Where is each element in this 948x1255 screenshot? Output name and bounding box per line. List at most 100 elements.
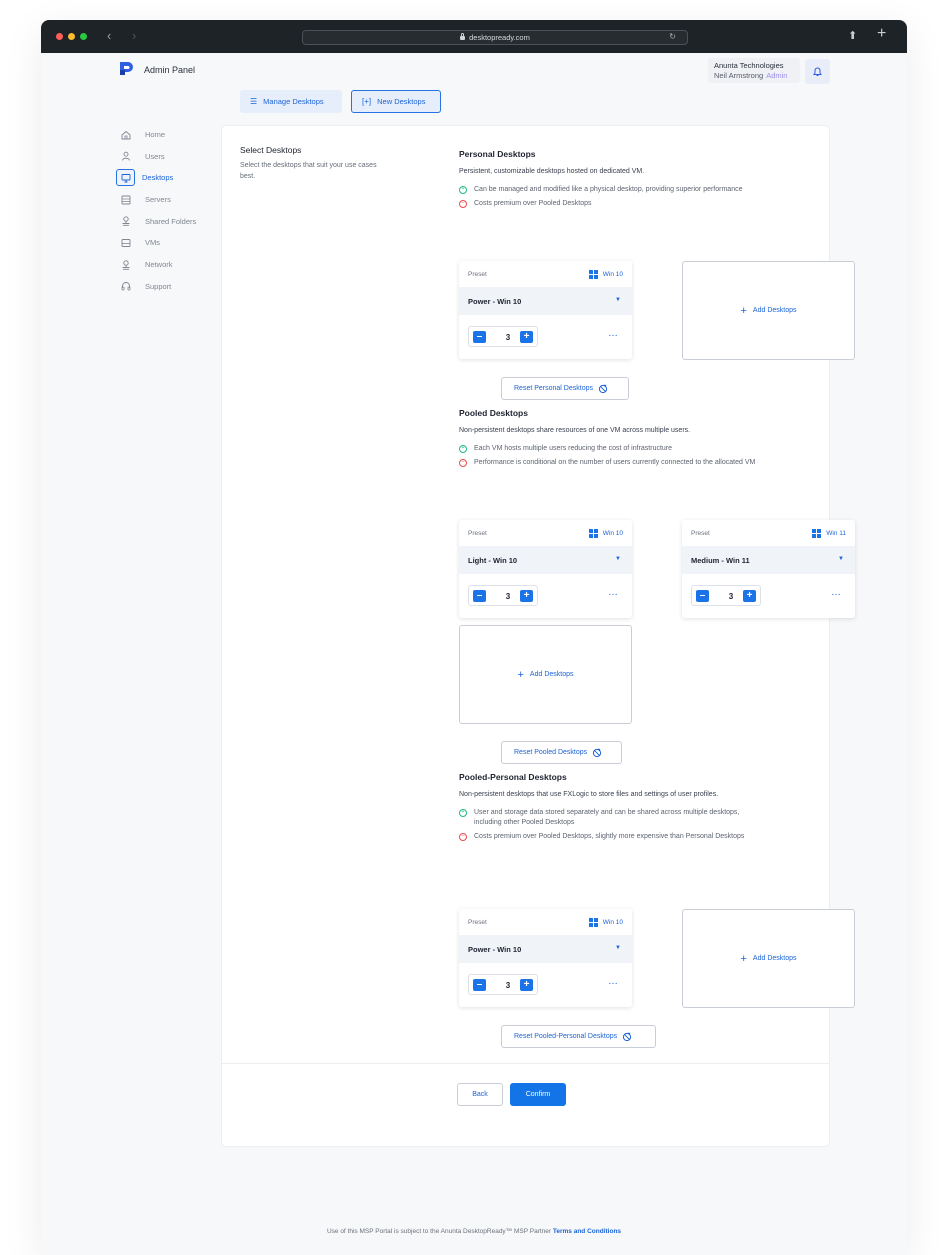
- confirm-button[interactable]: Confirm: [510, 1083, 566, 1106]
- con-point: – Costs premium over Pooled Desktops, sli…: [459, 832, 759, 842]
- sidebar-item-label: Support: [145, 281, 172, 291]
- windows-11-icon: [812, 529, 822, 538]
- preset-select[interactable]: Light - Win 10 ▼: [459, 546, 632, 574]
- minus-circle-icon: –: [459, 199, 467, 208]
- close-window-button[interactable]: [56, 33, 63, 40]
- sidebar-item-label: Network: [145, 260, 173, 270]
- desktop-config-card: Preset Win 10 Light - Win 10 ▼ – 3 + …: [459, 520, 632, 618]
- os-badge: Win 10: [588, 528, 623, 539]
- user-icon: [119, 150, 132, 163]
- tab-manage-label: Manage Desktops: [263, 97, 324, 106]
- reset-personal-button[interactable]: Reset Personal Desktops: [501, 377, 629, 400]
- preset-select[interactable]: Power - Win 10 ▼: [459, 287, 632, 315]
- url-text: desktopready.com: [469, 33, 530, 42]
- pooled-desktops-desc: Non-persistent desktops share resources …: [459, 427, 691, 434]
- personal-desktops-title: Personal Desktops: [459, 149, 536, 159]
- increment-button[interactable]: +: [743, 590, 756, 602]
- pooled-personal-desktops-title: Pooled-Personal Desktops: [459, 772, 567, 782]
- quantity-stepper: – 3 +: [468, 974, 538, 995]
- preset-value: Medium - Win 11: [691, 556, 750, 565]
- add-frame-icon: [+]: [362, 97, 372, 106]
- quantity-stepper: – 3 +: [468, 585, 538, 606]
- shared-folder-icon: [119, 215, 132, 228]
- minus-circle-icon: –: [459, 832, 467, 841]
- browser-window: ‹ › desktopready.com ↻ ⬆ + Admin Panel A…: [41, 20, 907, 1255]
- zoom-window-button[interactable]: [80, 33, 87, 40]
- minimize-window-button[interactable]: [68, 33, 75, 40]
- preset-value: Power - Win 10: [468, 945, 522, 954]
- os-badge: Win 10: [588, 917, 623, 928]
- sidebar-item-home[interactable]: Home: [116, 125, 216, 144]
- reset-icon: [623, 1031, 632, 1041]
- notifications-button[interactable]: [805, 59, 830, 84]
- plus-icon: +: [517, 668, 524, 681]
- section-description: Select the desktops that suit your use c…: [240, 162, 377, 180]
- add-desktops-button[interactable]: + Add Desktops: [682, 909, 855, 1008]
- app-logo-icon: [120, 62, 133, 75]
- preset-label: Preset: [468, 919, 487, 926]
- more-options-icon[interactable]: …: [608, 977, 618, 987]
- sidebar-item-vms[interactable]: VMs: [116, 233, 216, 252]
- footer-note: Use of this MSP Portal is subject to the…: [326, 1228, 622, 1235]
- vm-icon: [119, 236, 132, 249]
- sidebar-item-label: Users: [145, 151, 165, 161]
- back-button[interactable]: Back: [457, 1083, 503, 1106]
- sidebar-item-label: Desktops: [142, 173, 174, 183]
- add-desktops-button[interactable]: + Add Desktops: [459, 625, 632, 724]
- pooled-personal-desktops-desc: Non-persistent desktops that use FXLogic…: [459, 791, 719, 798]
- sidebar-item-desktops[interactable]: Desktops: [116, 168, 216, 187]
- headset-icon: [119, 280, 132, 293]
- monitor-icon: [116, 169, 135, 187]
- sidebar-item-label: VMs: [145, 238, 160, 248]
- address-bar[interactable]: desktopready.com ↻: [302, 30, 688, 45]
- preset-label: Preset: [468, 271, 487, 278]
- more-options-icon[interactable]: …: [831, 588, 841, 598]
- more-options-icon[interactable]: …: [608, 588, 618, 598]
- reset-pooled-button[interactable]: Reset Pooled Desktops: [501, 741, 622, 764]
- pooled-personal-desktops-group: Pooled-Personal Desktops Non-persistent …: [459, 772, 819, 842]
- minus-circle-icon: –: [459, 458, 467, 467]
- browser-titlebar: ‹ › desktopready.com ↻ ⬆ +: [41, 20, 907, 53]
- increment-button[interactable]: +: [520, 331, 533, 343]
- reset-pooled-personal-button[interactable]: Reset Pooled-Personal Desktops: [501, 1025, 656, 1048]
- preset-select[interactable]: Power - Win 10 ▼: [459, 935, 632, 963]
- account-badge[interactable]: Anunta Technologies Neil Armstrong Admin: [708, 58, 800, 83]
- new-tab-icon[interactable]: +: [877, 26, 886, 42]
- reload-icon[interactable]: ↻: [669, 32, 676, 41]
- more-options-icon[interactable]: …: [608, 329, 618, 339]
- pooled-desktops-title: Pooled Desktops: [459, 408, 528, 418]
- sidebar-item-servers[interactable]: Servers: [116, 190, 216, 209]
- share-icon[interactable]: ⬆: [848, 29, 857, 42]
- sidebar-nav: Home Users Desktops Servers Shared Folde…: [116, 125, 216, 299]
- sidebar-item-network[interactable]: Network: [116, 255, 216, 274]
- preset-value: Power - Win 10: [468, 297, 522, 306]
- list-icon: ☰: [250, 97, 258, 106]
- reset-icon: [598, 383, 608, 393]
- personal-desktops-group: Personal Desktops Persistent, customizab…: [459, 149, 819, 209]
- tab-manage-desktops[interactable]: ☰ Manage Desktops: [240, 90, 342, 113]
- sidebar-item-support[interactable]: Support: [116, 277, 216, 296]
- tab-new-desktops[interactable]: [+] New Desktops: [351, 90, 441, 113]
- sidebar-item-label: Shared Folders: [145, 216, 197, 226]
- sidebar-item-shared-folders[interactable]: Shared Folders: [116, 212, 216, 231]
- browser-forward-icon[interactable]: ›: [132, 29, 136, 43]
- terms-link[interactable]: Terms and Conditions: [553, 1228, 621, 1235]
- os-badge: Win 11: [812, 529, 846, 538]
- sidebar-item-users[interactable]: Users: [116, 147, 216, 166]
- lock-icon: [460, 33, 466, 40]
- con-point: – Costs premium over Pooled Desktops: [459, 199, 759, 209]
- add-desktops-button[interactable]: + Add Desktops: [682, 261, 855, 360]
- home-icon: [119, 128, 132, 141]
- section-title: Select Desktops: [240, 145, 302, 155]
- preset-label: Preset: [468, 530, 487, 537]
- browser-back-icon[interactable]: ‹: [107, 29, 111, 43]
- reset-icon: [593, 747, 602, 757]
- sidebar-item-label: Home: [145, 130, 166, 139]
- plus-icon: +: [740, 952, 747, 965]
- increment-button[interactable]: +: [520, 979, 533, 991]
- os-badge: Win 10: [588, 269, 623, 280]
- increment-button[interactable]: +: [520, 590, 533, 602]
- caret-down-icon: ▼: [615, 945, 621, 951]
- preset-select[interactable]: Medium - Win 11 ▼: [682, 546, 855, 574]
- main-card: Select Desktops Select the desktops that…: [222, 126, 855, 1146]
